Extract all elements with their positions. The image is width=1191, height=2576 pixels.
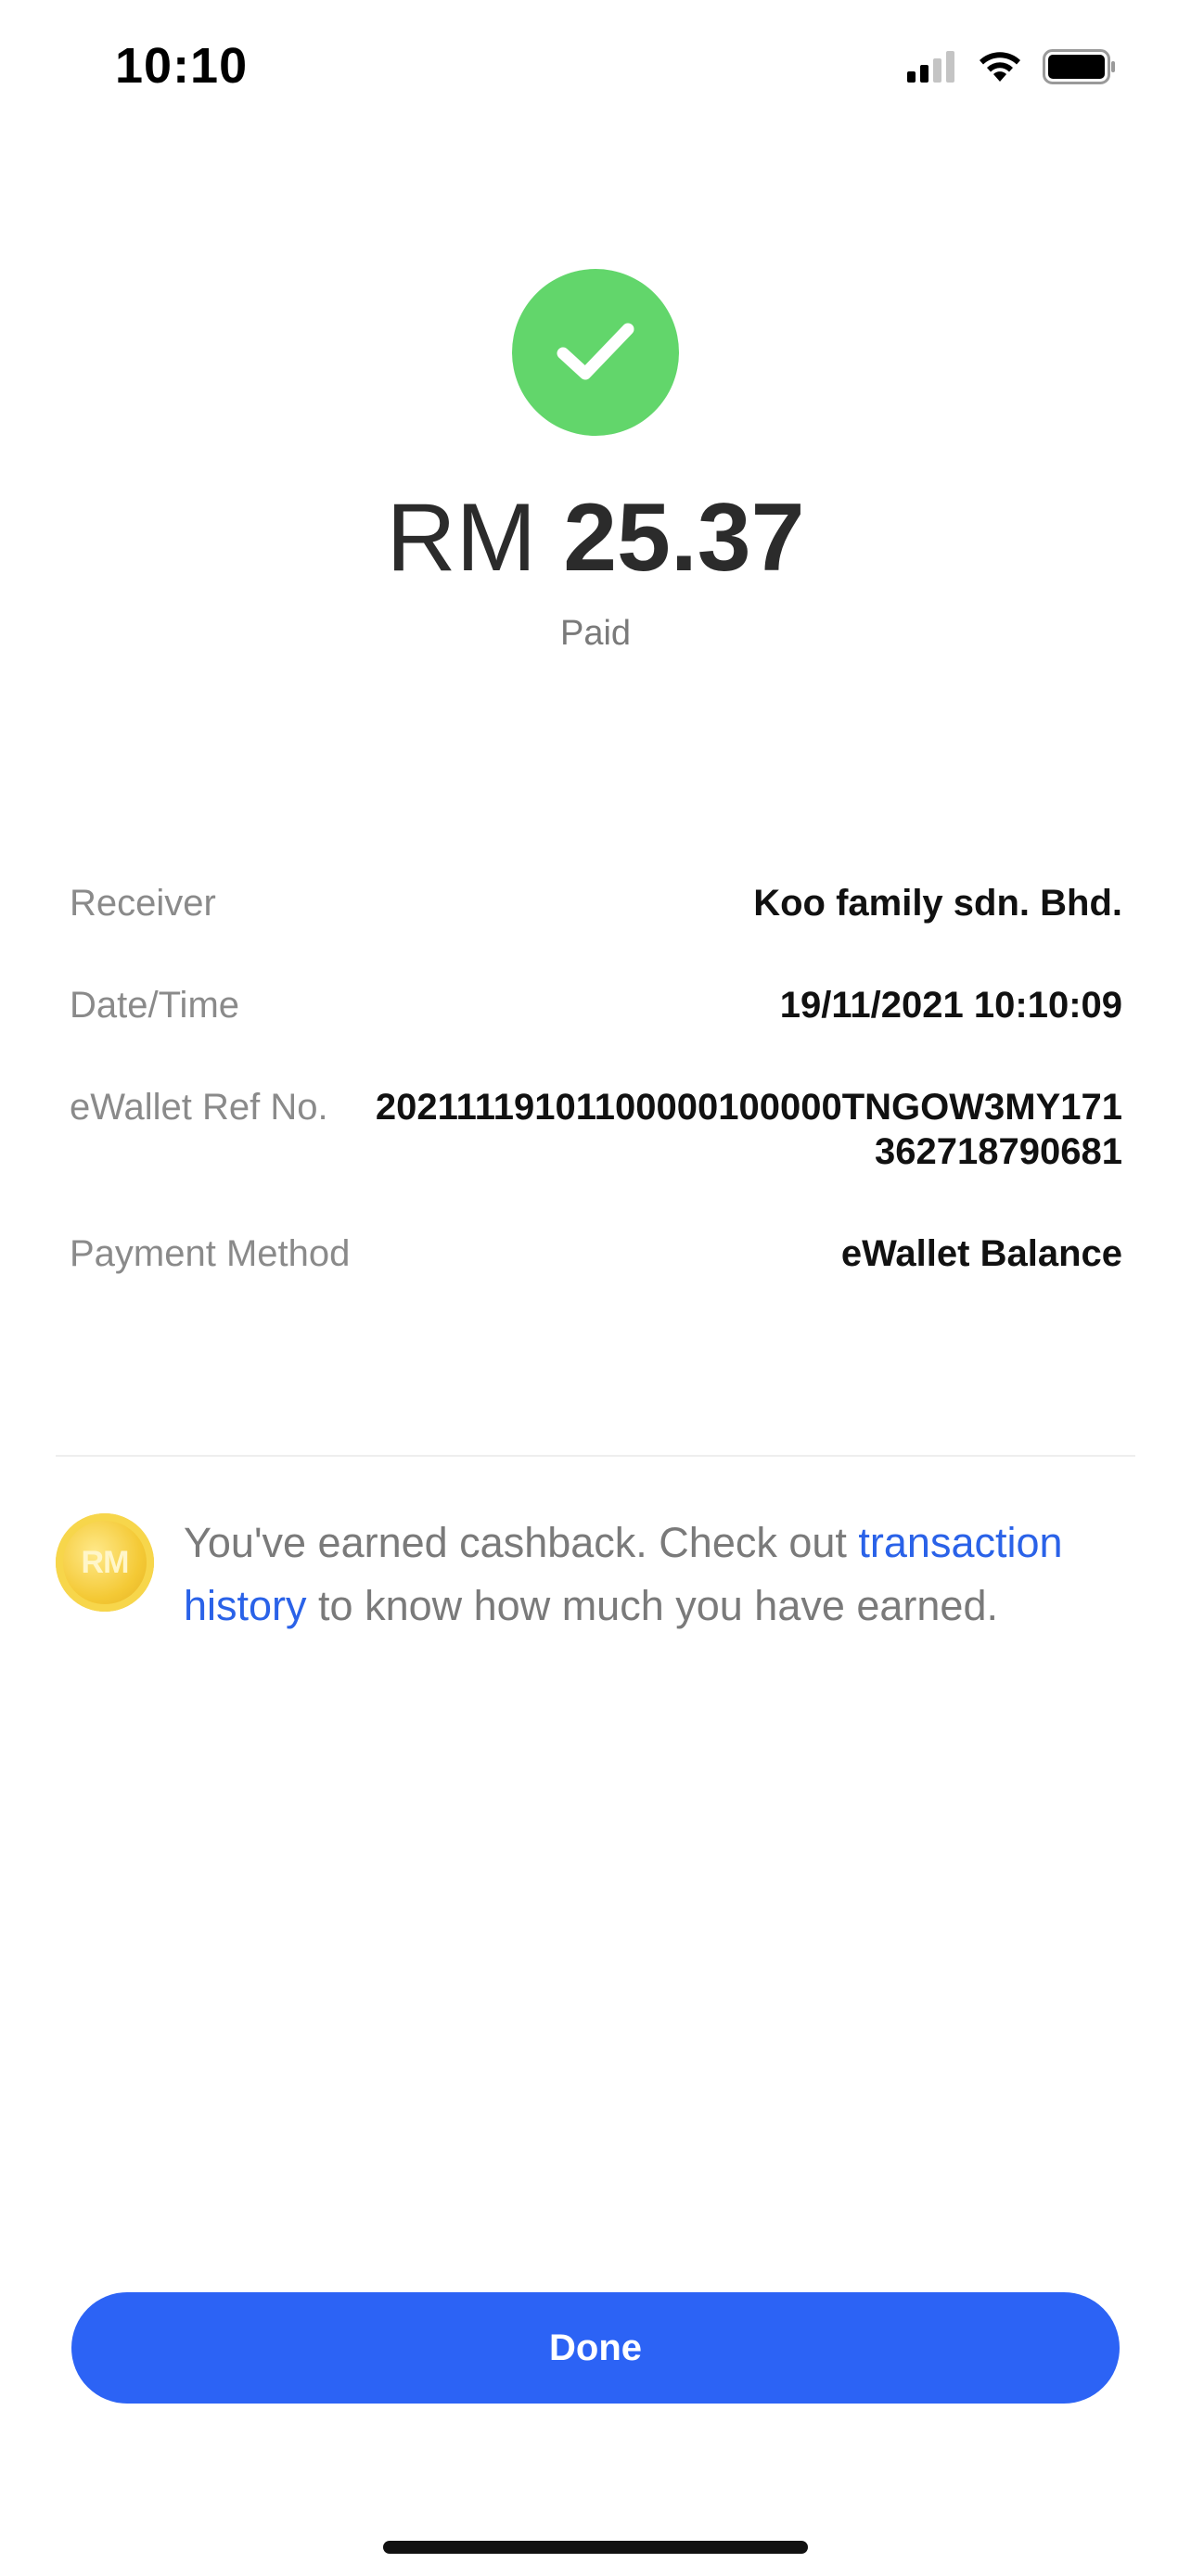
detail-row-receiver: Receiver Koo family sdn. Bhd. — [70, 881, 1122, 925]
cashback-text-before: You've earned cashback. Check out — [184, 1519, 859, 1566]
detail-label: Date/Time — [70, 985, 240, 1026]
status-bar: 10:10 — [0, 0, 1191, 130]
detail-row-ref-no: eWallet Ref No. 20211119101100000100000T… — [70, 1085, 1122, 1174]
detail-row-datetime: Date/Time 19/11/2021 10:10:09 — [70, 983, 1122, 1027]
detail-value: eWallet Balance — [840, 1233, 1122, 1274]
detail-label: Receiver — [70, 883, 216, 924]
home-indicator — [383, 2541, 808, 2554]
payment-status: Paid — [559, 614, 632, 653]
cashback-text-after: to know how much you have earned. — [306, 1582, 998, 1629]
success-check-icon — [512, 269, 679, 436]
done-button[interactable]: Done — [71, 2292, 1120, 2404]
divider — [56, 1455, 1135, 1457]
detail-value: 20211119101100000100000TNGOW3MY171362718… — [375, 1087, 1122, 1172]
detail-row-payment-method: Payment Method eWallet Balance — [70, 1231, 1122, 1276]
rm-coin-icon: RM — [56, 1513, 154, 1612]
status-time: 10:10 — [115, 38, 249, 94]
battery-icon — [1043, 49, 1117, 84]
payment-amount: RM 25.37 — [0, 482, 1191, 593]
wifi-icon — [978, 50, 1022, 83]
transaction-details: Receiver Koo family sdn. Bhd. Date/Time … — [70, 881, 1122, 1333]
amount-value: 25.37 — [563, 484, 805, 592]
coin-label: RM — [81, 1544, 130, 1580]
cashback-message: You've earned cashback. Check out transa… — [184, 1511, 1139, 1638]
detail-value: Koo family sdn. Bhd. — [753, 883, 1122, 924]
detail-label: Payment Method — [70, 1233, 351, 1274]
amount-currency: RM — [386, 484, 537, 592]
detail-value: 19/11/2021 10:10:09 — [779, 985, 1122, 1026]
detail-label: eWallet Ref No. — [70, 1087, 328, 1128]
status-icons — [907, 48, 1117, 85]
cellular-signal-icon — [907, 51, 957, 83]
